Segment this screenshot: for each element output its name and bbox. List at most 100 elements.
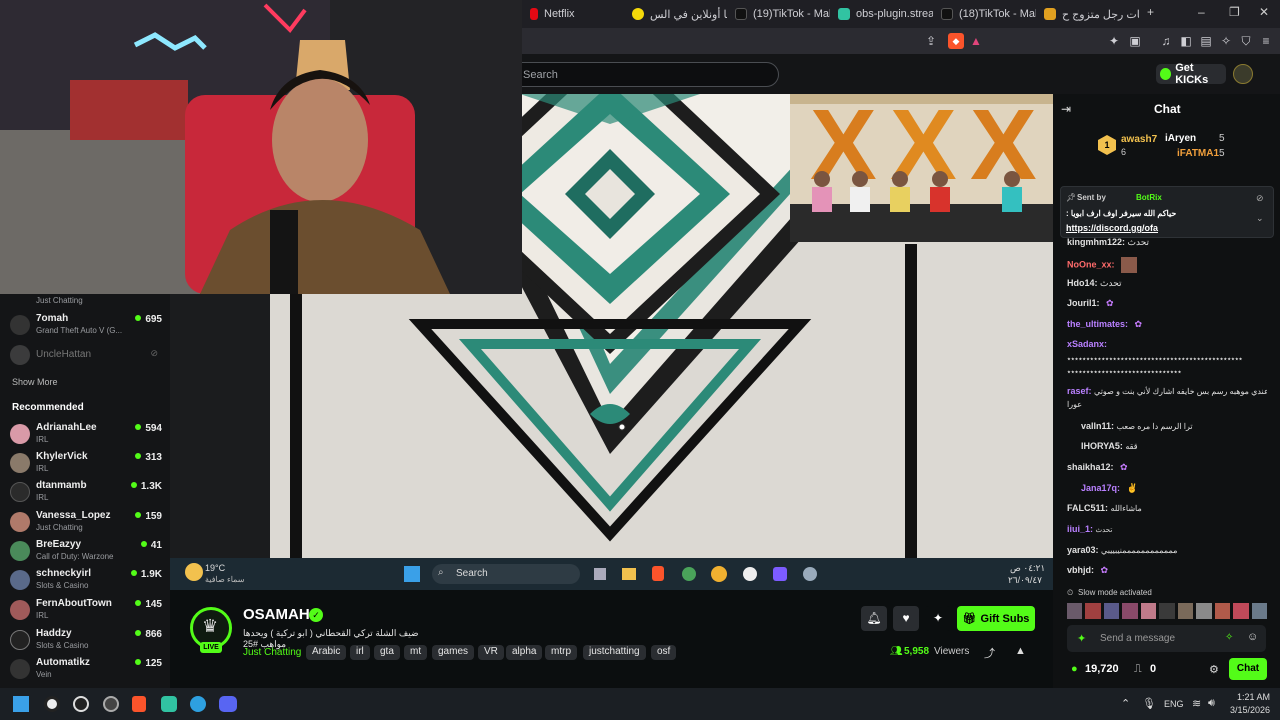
tag[interactable]: VR <box>478 645 504 660</box>
sidebar-icon[interactable]: ◧ <box>1178 33 1194 49</box>
minimize-icon[interactable]: – <box>1198 5 1205 19</box>
chat-message: عورا <box>1067 400 1082 409</box>
tag[interactable]: gta <box>374 645 400 660</box>
leader-name: iFATMA1 <box>1177 148 1220 159</box>
restore-icon[interactable]: ❐ <box>1229 5 1240 19</box>
chevron-down-icon[interactable]: ⌄ <box>1256 213 1264 224</box>
tag[interactable]: alpha <box>506 645 543 660</box>
emoji-icon[interactable]: ☺ <box>1247 631 1258 643</box>
sidebar-item-khylervick[interactable]: KhylerVick IRL 313 <box>10 450 162 476</box>
discord-icon[interactable] <box>219 696 237 712</box>
emote[interactable] <box>1103 603 1120 619</box>
settings-icon[interactable]: ⚙ <box>1209 663 1219 676</box>
close-icon[interactable]: ✕ <box>1259 5 1269 19</box>
menu-icon[interactable]: ≡ <box>1258 33 1274 49</box>
sidebar-item-vanessa-lopez[interactable]: Vanessa_Lopez Just Chatting 159 <box>10 509 162 535</box>
show-more-link[interactable]: Show More <box>12 377 58 387</box>
category-link[interactable]: Just Chatting <box>243 647 301 658</box>
tag[interactable]: mt <box>404 645 428 660</box>
language-indicator[interactable]: ENG <box>1164 699 1184 709</box>
report-icon[interactable]: ▲ <box>1015 645 1026 657</box>
bell-icon[interactable]: 🔔︎ <box>861 606 887 631</box>
sidebar-item-fernabouttown[interactable]: FernAboutTown IRL 145 <box>10 597 162 623</box>
get-kicks-button[interactable]: Get KICKs <box>1156 62 1226 86</box>
emote[interactable] <box>1067 603 1083 619</box>
sidebar-item-breeazyy[interactable]: BreEazyy Call of Duty: Warzone 41 <box>10 538 162 564</box>
telegram-icon[interactable] <box>190 696 206 712</box>
mic-icon[interactable]: 🎙︎ <box>1142 697 1156 710</box>
chat-send-button[interactable]: Chat <box>1229 658 1267 680</box>
sidebar-item-schneckyirl[interactable]: schneckyirl Slots & Casino 1.9K <box>10 567 162 593</box>
pinned-link[interactable]: https://discord.gg/ofa <box>1066 223 1158 233</box>
sidebar-item-automatikz[interactable]: Automatikz Vein 125 <box>10 656 162 682</box>
avatar <box>10 512 30 532</box>
gift-count[interactable]: 0 <box>1150 663 1156 675</box>
heart-icon[interactable]: ♥ <box>893 606 919 631</box>
emote[interactable] <box>1177 603 1194 619</box>
tag[interactable]: irl <box>350 645 370 660</box>
emote[interactable] <box>1233 603 1249 619</box>
gift-subs-button[interactable]: 🎁︎ Gift Subs <box>957 606 1035 631</box>
windows-start-icon[interactable] <box>13 696 29 712</box>
chat-message: the_ultimates: ✿ <box>1067 319 1143 329</box>
leo-icon[interactable]: ✧ <box>1218 33 1234 49</box>
viewers-icon: 👥︎ <box>890 646 903 657</box>
brave-shield-icon[interactable]: ◆ <box>948 33 964 49</box>
tab-netflix[interactable]: Netflix <box>530 4 625 24</box>
tag[interactable]: games <box>432 645 475 660</box>
emote[interactable] <box>1251 603 1267 619</box>
streamlabs-icon[interactable] <box>161 696 177 712</box>
obs-icon[interactable] <box>44 696 60 712</box>
collapse-chat-icon[interactable]: ⇥ <box>1061 102 1071 116</box>
emote[interactable] <box>1159 603 1175 619</box>
share-icon[interactable]: ⇪ <box>923 33 939 49</box>
emote[interactable] <box>1214 603 1231 619</box>
sidebar-item-haddzy[interactable]: Haddzy Slots & Casino 866 <box>10 627 162 653</box>
emote[interactable] <box>1140 603 1157 619</box>
rewards-icon[interactable]: ▲ <box>968 33 984 49</box>
channel-name[interactable]: OSAMAH <box>243 606 310 623</box>
sidebar-item-adrianahlee[interactable]: AdrianahLee IRL 594 <box>10 421 162 447</box>
kick-coin-icon <box>1160 68 1172 80</box>
chat-message: NoOne_xx: <box>1067 257 1267 273</box>
extensions-icon[interactable]: ✦ <box>1106 33 1122 49</box>
bot-icon[interactable]: ✧ <box>1225 632 1233 643</box>
brave-icon[interactable] <box>132 696 146 712</box>
chevron-up-icon[interactable]: ⌃ <box>1121 697 1130 710</box>
tag[interactable]: mtrp <box>545 645 577 660</box>
tab-tiktok-2[interactable]: (18)TikTok - Make Y <box>941 4 1036 24</box>
emote[interactable] <box>1196 603 1212 619</box>
app-icon[interactable] <box>73 696 89 712</box>
sidebar-item-dtanmamb[interactable]: dtanmamb IRL 1.3K <box>10 479 162 505</box>
steam-like-icon[interactable] <box>103 696 119 712</box>
reader-icon[interactable]: ▣ <box>1127 33 1143 49</box>
sidebar-following-unclehattan[interactable]: UncleHattan ⊘ <box>10 342 162 368</box>
tag[interactable]: justchatting <box>583 645 646 660</box>
new-tab-icon[interactable]: + <box>1147 5 1154 19</box>
tag[interactable]: Arabic <box>306 645 347 660</box>
share-icon[interactable]: ⤴ <box>984 645 995 661</box>
wifi-icon[interactable]: ≋ <box>1192 697 1201 710</box>
emote[interactable] <box>1122 603 1138 619</box>
sparkle-icon[interactable]: ✦ <box>925 606 951 631</box>
tag[interactable]: osf <box>651 645 677 660</box>
emote[interactable] <box>1085 603 1101 619</box>
sidebar-following-7omah[interactable]: 7omah Grand Theft Auto V (G... 695 <box>10 312 162 338</box>
tab-arabic-2[interactable]: يوميات رجل متزوج ح <box>1044 4 1139 24</box>
user-avatar[interactable] <box>1233 64 1253 84</box>
stream-clock-time: ٠٤:٢١ ص <box>1010 563 1046 573</box>
taskbar-time[interactable]: 1:21 AM <box>1237 692 1270 702</box>
slow-mode-status: Slow mode activated <box>1078 588 1152 597</box>
tab-tiktok-1[interactable]: (19)TikTok - Make Y <box>735 4 830 24</box>
tab-obs-plugin[interactable]: obs-plugin.streamlab <box>838 4 933 24</box>
taskbar-date[interactable]: 3/15/2026 <box>1230 705 1270 715</box>
volume-icon[interactable]: 🔊︎ <box>1208 697 1215 710</box>
points-count[interactable]: 19,720 <box>1085 663 1119 675</box>
chat-input[interactable]: ✦ Send a message ✧ ☺ <box>1067 625 1266 652</box>
wallet-icon[interactable]: ▤ <box>1198 33 1214 49</box>
unpin-icon[interactable]: ⊘ <box>1256 193 1264 204</box>
vpn-icon[interactable]: ⛉ <box>1238 33 1254 49</box>
media-icon[interactable]: ♫ <box>1158 33 1174 49</box>
tab-arabic-1[interactable]: ذوتها أونلاين في الس... <box>632 4 727 24</box>
grid-icon <box>773 567 787 581</box>
